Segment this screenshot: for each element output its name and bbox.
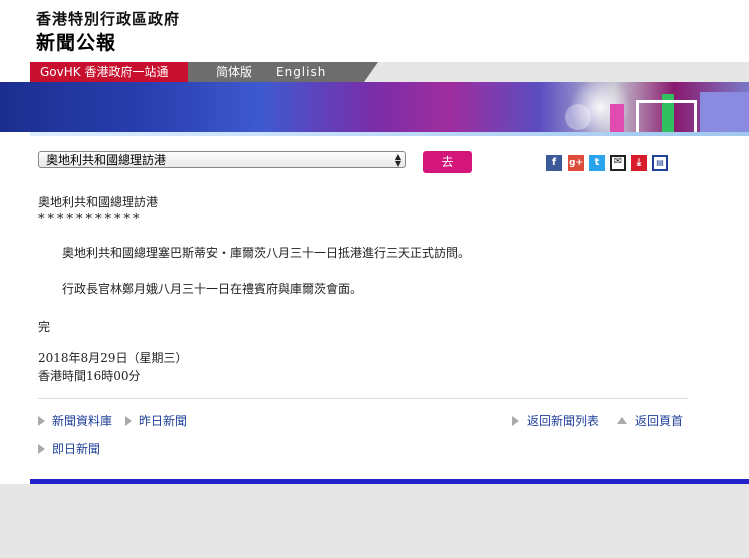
article-end-mark: 完 — [38, 320, 51, 334]
arrow-right-icon — [38, 416, 45, 426]
banner-block — [610, 104, 624, 132]
page-footer-area — [0, 484, 749, 558]
site-header: 香港特別行政區政府 新聞公報 — [0, 0, 749, 62]
news-select-value: 奧地利共和國總理訪港 — [46, 153, 167, 167]
heading-stars: *********** — [38, 212, 143, 227]
decorative-banner — [0, 82, 749, 132]
divider — [38, 398, 688, 399]
release-time: 香港時間16時00分 — [38, 369, 141, 383]
news-select-dropdown[interactable]: 奧地利共和國總理訪港 ▲ ▼ — [38, 151, 406, 168]
arrow-right-icon — [125, 416, 132, 426]
top-navbar: GovHK 香港政府一站通 简体版 English — [30, 62, 749, 82]
back-to-top-link[interactable]: 返回頁首 — [635, 412, 683, 429]
go-button[interactable]: 去 — [423, 151, 472, 173]
banner-block — [700, 92, 749, 132]
arrow-right-icon — [38, 444, 45, 454]
govhk-link[interactable]: GovHK 香港政府一站通 — [30, 62, 202, 82]
twitter-icon[interactable]: t — [589, 155, 605, 171]
facebook-icon[interactable]: f — [546, 155, 562, 171]
government-name[interactable]: 香港特別行政區政府 — [36, 8, 180, 29]
today-news-link[interactable]: 即日新聞 — [52, 440, 100, 457]
banner-separator — [30, 132, 749, 136]
arrow-right-icon — [512, 416, 519, 426]
banner-circle — [565, 104, 591, 130]
news-archive-link[interactable]: 新聞資料庫 — [52, 412, 112, 429]
banner-frame — [636, 100, 697, 132]
print-icon[interactable]: ▤ — [652, 155, 668, 171]
arrow-up-icon — [617, 417, 627, 424]
save-icon[interactable]: ⤓ — [631, 155, 647, 171]
article-paragraph: 行政長官林鄭月娥八月三十一日在禮賓府與庫爾茨會面。 — [62, 282, 363, 296]
google-plus-icon[interactable]: g+ — [568, 155, 584, 171]
press-releases-title[interactable]: 新聞公報 — [36, 28, 116, 55]
email-icon[interactable]: ✉ — [610, 155, 626, 171]
dropdown-arrows-icon: ▲ ▼ — [394, 152, 401, 168]
release-date: 2018年8月29日（星期三） — [38, 351, 188, 365]
article-paragraph: 奧地利共和國總理塞巴斯蒂安・庫爾茨八月三十一日抵港進行三天正式訪問。 — [62, 246, 471, 260]
simplified-chinese-link[interactable]: 简体版 — [216, 62, 252, 82]
yesterday-news-link[interactable]: 昨日新聞 — [139, 412, 187, 429]
article-heading: 奧地利共和國總理訪港 — [38, 195, 159, 209]
back-to-list-link[interactable]: 返回新聞列表 — [527, 412, 599, 429]
english-link[interactable]: English — [276, 62, 326, 82]
